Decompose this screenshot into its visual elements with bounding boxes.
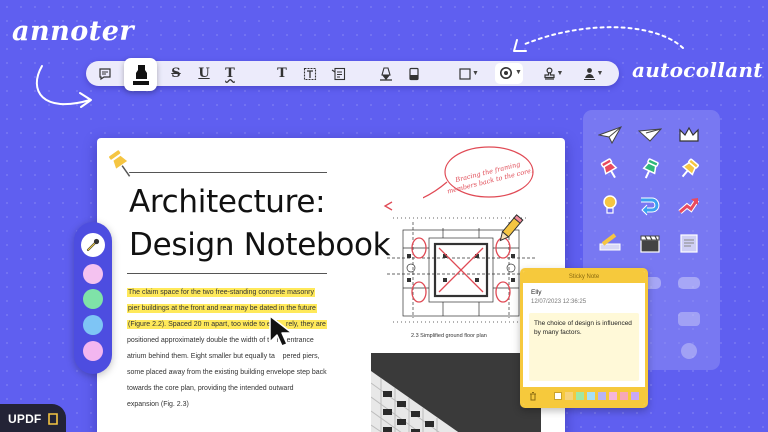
sticky-note-palette bbox=[523, 387, 645, 405]
red-arrow-sticker-icon[interactable] bbox=[676, 192, 702, 218]
body-text-line: towards the core plan, providing the int… bbox=[127, 385, 294, 392]
annotation-toolbar: S U T T ▼ ▼ ▼ ▼ bbox=[86, 58, 619, 91]
active-tool-indicator[interactable] bbox=[81, 233, 105, 257]
trash-icon[interactable] bbox=[528, 391, 538, 401]
shape-icon bbox=[459, 67, 471, 80]
document-title-line-2: Design Notebook bbox=[129, 227, 391, 263]
clapperboard-sticker-icon[interactable] bbox=[637, 230, 663, 256]
logo-text: UPDF bbox=[8, 412, 42, 426]
red-pin-sticker-icon[interactable] bbox=[597, 156, 623, 182]
body-text-line: pier buildings at the front and rear may… bbox=[127, 304, 317, 313]
callout-icon[interactable] bbox=[328, 64, 348, 83]
updf-logo: UPDF bbox=[0, 404, 66, 432]
document-title-line-1: Architecture: bbox=[129, 184, 326, 220]
document-page: Architecture: Design Notebook The claim … bbox=[97, 138, 565, 432]
chevron-down-icon: ▼ bbox=[472, 70, 479, 77]
underline-icon[interactable]: U bbox=[194, 64, 214, 83]
body-text-line: some placed away from the existing build… bbox=[127, 369, 327, 376]
color-swatch-blue[interactable] bbox=[83, 315, 103, 335]
paper-plane-sticker-icon[interactable] bbox=[637, 122, 663, 148]
shape-tool-button[interactable]: ▼ bbox=[456, 64, 482, 83]
yellow-pin-sticker-icon[interactable] bbox=[676, 156, 702, 182]
palette-swatch[interactable] bbox=[554, 392, 562, 400]
pencil-icon[interactable] bbox=[376, 64, 396, 83]
curved-arrow-sticker-icon[interactable] bbox=[637, 192, 663, 218]
cursor-arrow-icon bbox=[269, 315, 293, 347]
faded-sticker-icon[interactable] bbox=[676, 338, 702, 364]
stamp-icon bbox=[543, 67, 555, 80]
text-box-icon[interactable] bbox=[300, 64, 320, 83]
signature-tool-button[interactable]: ▼ bbox=[580, 64, 606, 83]
paper-plane-sticker-icon[interactable] bbox=[597, 122, 623, 148]
highlighter-tool-button[interactable] bbox=[124, 58, 157, 91]
faded-sticker-icon[interactable] bbox=[676, 306, 702, 332]
sticky-note-header: Sticky Note bbox=[523, 271, 645, 283]
logo-mark-icon bbox=[48, 413, 58, 425]
heading-annoter: annoter bbox=[12, 16, 135, 47]
pencil-sticker-icon bbox=[499, 214, 524, 242]
stamp-tool-button[interactable]: ▼ bbox=[540, 64, 566, 83]
signature-icon bbox=[583, 68, 595, 80]
chevron-down-icon: ▼ bbox=[515, 69, 522, 76]
color-ring-icon bbox=[500, 67, 512, 79]
body-text-line: atrium behind them. Eight smaller but eq… bbox=[127, 353, 320, 360]
eraser-icon[interactable] bbox=[404, 64, 424, 83]
palette-swatch[interactable] bbox=[609, 392, 617, 400]
pencil-note-sticker-icon[interactable] bbox=[597, 230, 623, 256]
notepad-sticker-icon[interactable] bbox=[676, 230, 702, 256]
body-text-line: The claim space for the two free-standin… bbox=[127, 288, 315, 297]
floor-plan-caption: 2.3 Simplified ground floor plan bbox=[411, 333, 487, 339]
sticky-note-date: 12/07/2023 12:36:25 bbox=[531, 299, 587, 305]
eyedropper-icon bbox=[86, 238, 100, 252]
pushpin-sticker-icon[interactable] bbox=[104, 146, 138, 182]
palette-swatch[interactable] bbox=[631, 392, 639, 400]
color-swatch-lavender[interactable] bbox=[83, 341, 103, 361]
lightbulb-sticker-icon[interactable] bbox=[597, 192, 623, 218]
chevron-down-icon: ▼ bbox=[556, 70, 564, 77]
title-rule-bottom bbox=[127, 273, 327, 274]
crown-sticker-icon[interactable] bbox=[676, 122, 702, 148]
squiggly-underline-icon[interactable]: T bbox=[220, 64, 240, 83]
color-ring-tool-button[interactable]: ▼ bbox=[495, 63, 523, 84]
sticky-note[interactable]: Sticky Note Elly 12/07/2023 12:36:25 The… bbox=[520, 268, 648, 408]
text-comment-icon[interactable]: T bbox=[272, 64, 292, 83]
body-text-line: expansion (Fig. 2.3) bbox=[127, 401, 189, 408]
chevron-down-icon: ▼ bbox=[596, 70, 604, 77]
green-pin-sticker-icon[interactable] bbox=[637, 156, 663, 182]
palette-swatch[interactable] bbox=[587, 392, 595, 400]
dotted-arrow-decoration bbox=[513, 26, 684, 52]
palette-swatch[interactable] bbox=[576, 392, 584, 400]
color-picker-panel bbox=[74, 222, 112, 374]
strikethrough-icon[interactable]: S bbox=[166, 64, 186, 83]
sticky-note-body[interactable]: The choice of design is influenced by ma… bbox=[529, 313, 639, 381]
comment-icon[interactable] bbox=[95, 64, 115, 83]
palette-swatch[interactable] bbox=[598, 392, 606, 400]
palette-swatch[interactable] bbox=[620, 392, 628, 400]
sticky-note-user: Elly bbox=[531, 289, 542, 296]
color-swatch-green[interactable] bbox=[83, 289, 103, 309]
heading-autocollant: autocollant bbox=[632, 58, 763, 82]
building-photo bbox=[371, 353, 541, 432]
palette-swatch[interactable] bbox=[565, 392, 573, 400]
highlighter-icon bbox=[132, 64, 149, 85]
faded-sticker-icon[interactable] bbox=[676, 270, 702, 296]
color-swatch-pink[interactable] bbox=[83, 264, 103, 284]
title-rule-top bbox=[127, 172, 327, 173]
